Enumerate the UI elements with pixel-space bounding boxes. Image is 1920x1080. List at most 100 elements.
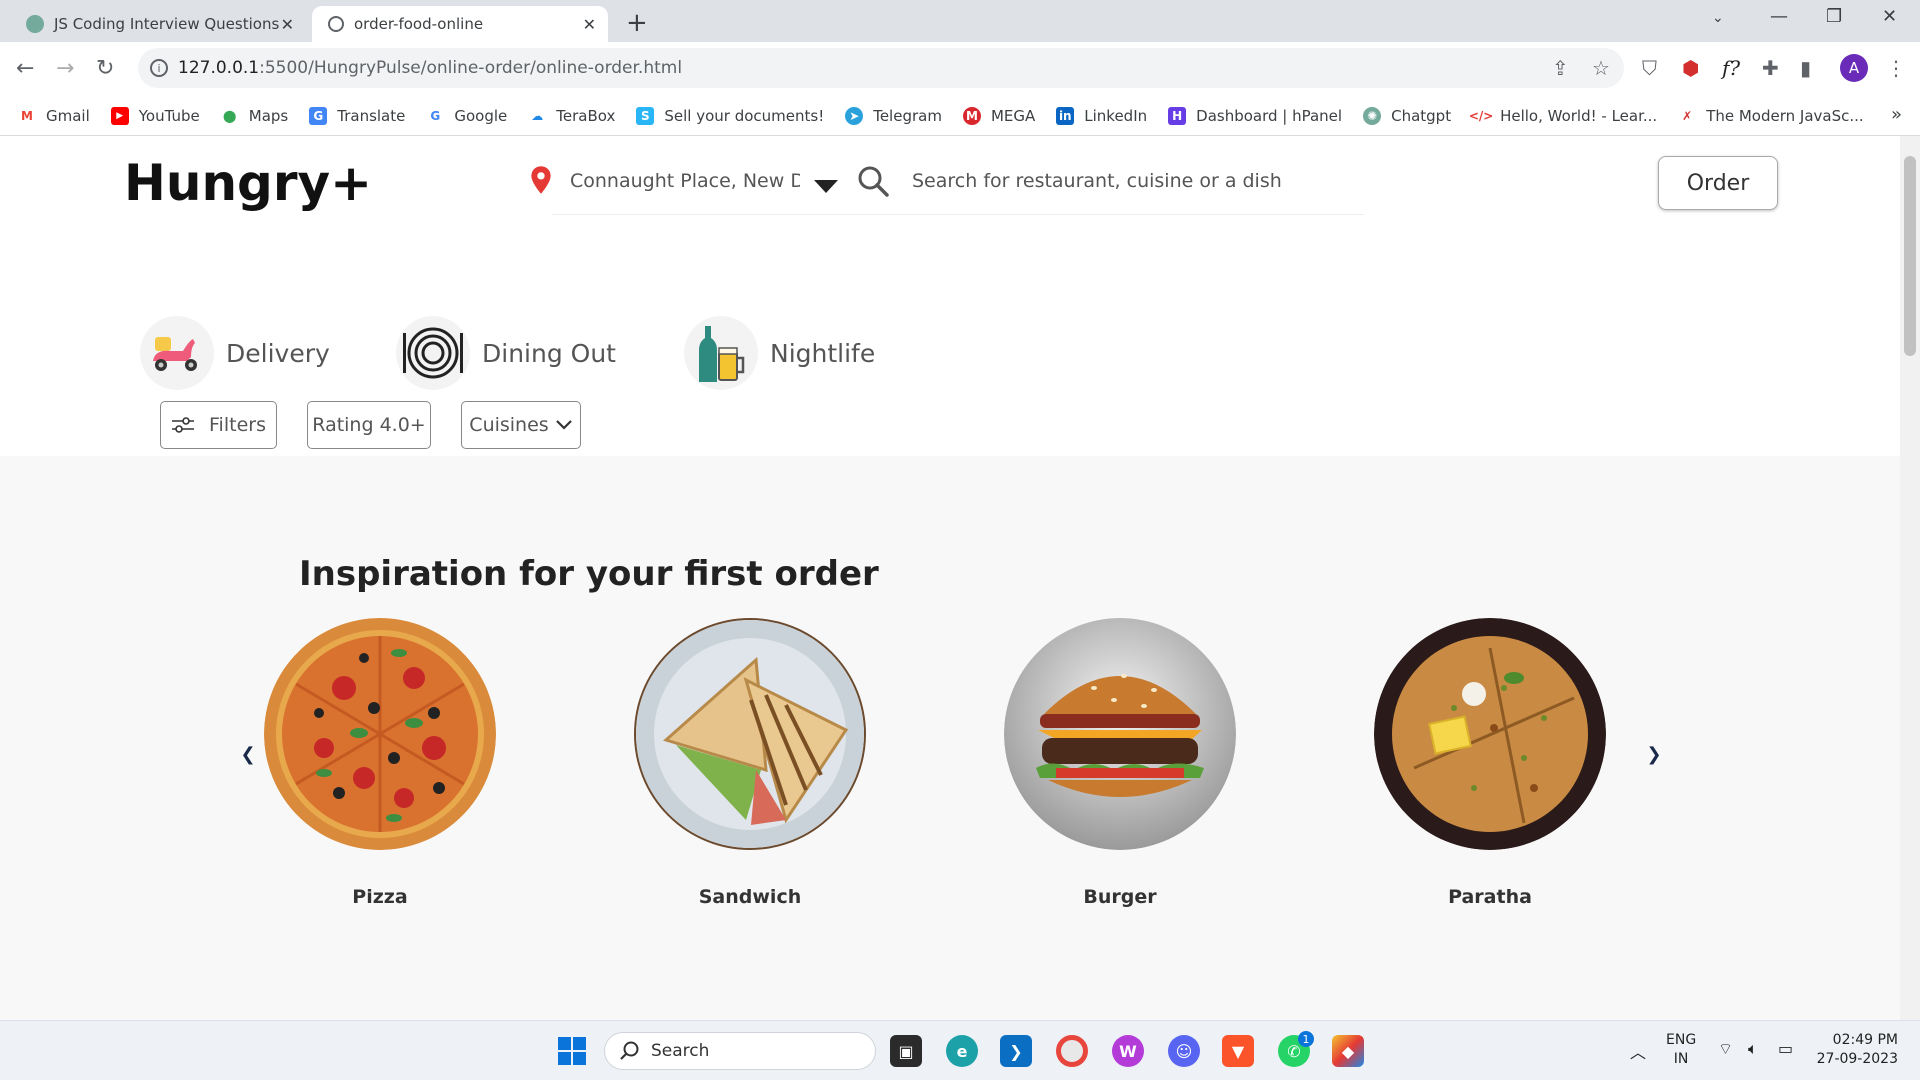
chevron-up-icon[interactable]: ︿ [1630,1039,1646,1063]
language-indicator[interactable]: ENG IN [1666,1031,1696,1069]
brand-logo[interactable]: Hungry+ [124,154,372,212]
search-icon [620,1041,639,1060]
extensions-puzzle-icon[interactable]: ✚ [1762,56,1779,80]
side-panel-icon[interactable]: ▮ [1800,56,1811,80]
bookmark-terabox[interactable]: ☁ TeraBox [528,107,615,125]
bookmark-telegram[interactable]: ➤ Telegram [845,106,942,125]
restore-button[interactable]: ❐ [1826,6,1842,27]
tab-search-icon[interactable]: ⌄ [1712,10,1724,26]
linkedin-icon: in [1056,106,1075,125]
wifi-icon[interactable]: ⌔ [1718,1039,1733,1059]
tab-strip: JS Coding Interview Questions ✕ order-fo… [0,0,1920,42]
sliders-icon [172,417,195,433]
carousel-next-button[interactable]: ❯ [1644,742,1664,766]
chevron-down-icon [555,420,572,430]
edge-icon[interactable]: e [946,1035,978,1067]
bookmark-hpanel[interactable]: H Dashboard | hPanel [1168,106,1342,125]
food-label: Paratha [1448,886,1532,908]
bookmark-maps[interactable]: ⬤ Maps [221,107,288,125]
bookmark-star-icon[interactable]: ☆ [1592,56,1610,80]
close-tab-icon[interactable]: ✕ [583,15,596,34]
code-icon: </> [1468,108,1494,123]
category-nightlife[interactable]: Nightlife [684,316,875,390]
bookmark-sell-documents[interactable]: S Sell your documents! [636,106,824,125]
paratha-image[interactable] [1374,618,1606,850]
globe-icon [328,16,344,32]
site-info-icon[interactable]: i [150,59,168,77]
bookmark-modern-javascript[interactable]: ✗ The Modern JavaSc... [1678,107,1864,125]
category-label: Delivery [226,338,330,368]
minimize-button[interactable]: — [1770,6,1788,27]
discord-icon[interactable]: ☺ [1168,1035,1200,1067]
burger-image[interactable] [1004,618,1236,850]
tab-title: order-food-online [354,15,484,33]
bookmark-chatgpt[interactable]: ✺ Chatgpt [1363,106,1451,125]
close-tab-icon[interactable]: ✕ [281,15,294,34]
page-scrollbar[interactable] [1900,136,1920,1020]
page-viewport: Hungry+ Connaught Place, New Delhi Searc… [0,136,1900,1020]
sandwich-image[interactable] [634,618,866,850]
more-bookmarks-icon[interactable]: » [1891,104,1902,125]
tab-js-questions[interactable]: JS Coding Interview Questions ✕ [10,6,306,42]
chatgpt-icon [26,15,44,33]
new-tab-button[interactable]: + [626,8,648,38]
volume-icon[interactable]: 🔈︎ [1748,1039,1758,1059]
tab-order-food-online[interactable]: order-food-online ✕ [312,6,608,42]
category-label: Nightlife [770,338,876,368]
app-diamond-icon[interactable]: ◆ [1332,1035,1364,1067]
address-bar[interactable]: i 127.0.0.1:5500/HungryPulse/online-orde… [138,48,1624,88]
location-pin-icon [531,166,551,194]
reload-icon[interactable]: ↻ [96,56,114,81]
bookmark-youtube[interactable]: ▶ YouTube [110,106,200,125]
tab-title: JS Coding Interview Questions [54,15,280,33]
chrome-icon[interactable] [1056,1035,1088,1067]
close-window-button[interactable]: ✕ [1882,6,1897,27]
search-input[interactable]: Search for restaurant, cuisine or a dish [912,170,1282,192]
bookmark-mega[interactable]: M MEGA [962,106,1035,125]
whatsapp-badge: 1 [1298,1031,1314,1047]
bookmark-hello-world[interactable]: </> Hello, World! - Lear... [1468,107,1657,125]
search-icon [858,166,889,197]
carousel-prev-button[interactable]: ❮ [238,742,258,766]
docs-s-icon: S [636,106,655,125]
windows-start-icon[interactable] [556,1035,588,1067]
bookmark-google[interactable]: G Google [426,107,507,125]
menu-kebab-icon[interactable]: ⋮ [1886,56,1906,80]
scrollbar-thumb[interactable] [1904,156,1916,356]
profile-avatar[interactable]: A [1840,54,1868,82]
scooter-icon [140,316,214,390]
filters-button[interactable]: Filters [160,401,277,449]
url-host: 127.0.0.1 [178,58,260,78]
forward-icon[interactable]: → [56,56,74,81]
vscode-icon[interactable]: ❯ [1000,1035,1032,1067]
extension-shield-icon[interactable]: ⛉ [1642,56,1657,80]
rating-filter-button[interactable]: Rating 4.0+ [307,401,431,449]
bookmark-linkedin[interactable]: in LinkedIn [1056,106,1147,125]
back-icon[interactable]: ← [16,56,34,81]
bookmark-gmail[interactable]: M Gmail [18,107,90,125]
share-icon[interactable]: ⇪ [1552,56,1569,80]
telegram-icon: ➤ [845,106,864,125]
taskbar-search[interactable]: Search [604,1032,876,1070]
clock[interactable]: 02:49 PM 27-09-2023 [1812,1031,1898,1069]
battery-icon[interactable]: ▭ [1778,1039,1793,1058]
javascript-info-icon: ✗ [1682,108,1693,123]
category-delivery[interactable]: Delivery [140,316,330,390]
url-path: :5500/HungryPulse/online-order/online-or… [259,58,683,78]
fonts-ninja-icon[interactable]: f? [1722,56,1740,80]
search-bar-underline [552,214,1364,215]
order-button[interactable]: Order [1658,156,1778,210]
vivaldi-icon[interactable]: W [1112,1035,1144,1067]
task-view-icon[interactable]: ▣ [890,1035,922,1067]
location-input[interactable]: Connaught Place, New Delhi [570,170,800,192]
location-dropdown-icon[interactable] [814,180,838,193]
category-dining-out[interactable]: Dining Out [396,316,616,390]
brave-icon[interactable]: ▼ [1222,1035,1254,1067]
plate-icon [396,316,470,390]
pizza-image[interactable] [264,618,496,850]
hostinger-icon: H [1168,106,1187,125]
bookmark-translate[interactable]: G Translate [309,106,405,125]
gmail-icon: M [21,108,33,123]
cuisines-filter-button[interactable]: Cuisines [461,401,581,449]
adblock-icon[interactable]: ⬢ [1682,56,1699,80]
